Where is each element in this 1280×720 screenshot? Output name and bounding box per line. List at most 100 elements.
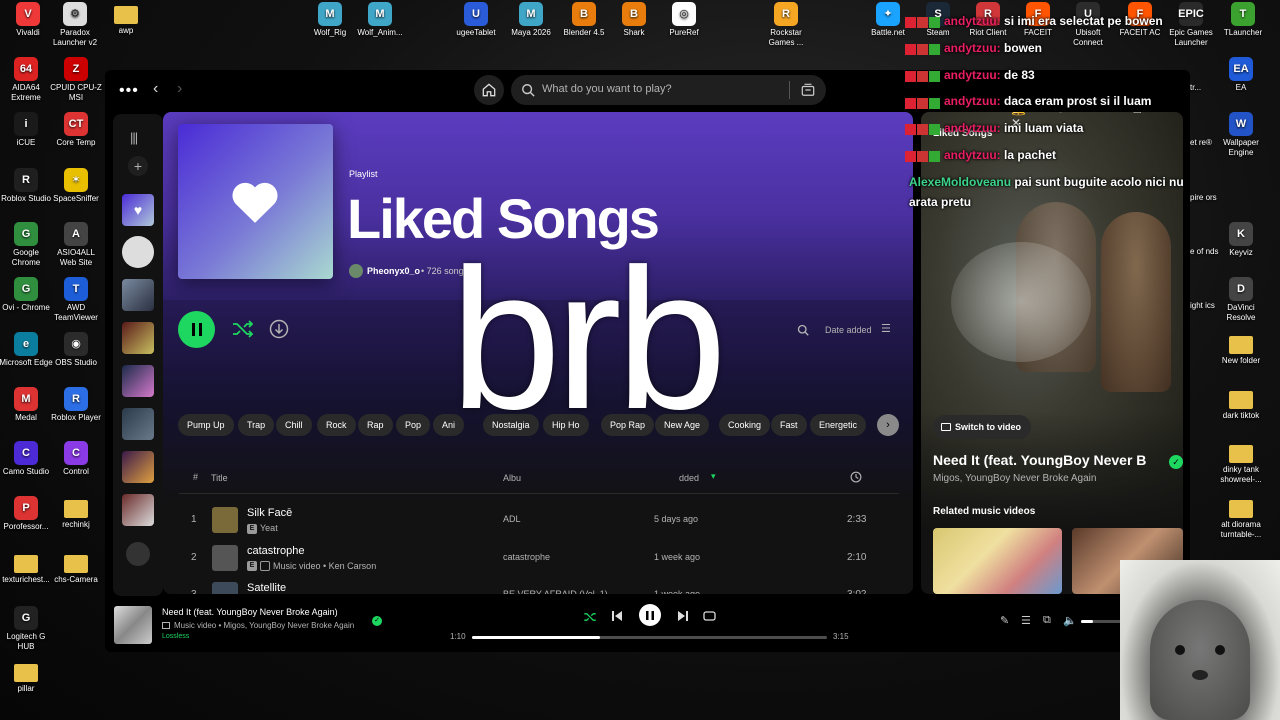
desktop-icon[interactable]: M Maya 2026: [503, 2, 559, 38]
desktop-icon[interactable]: CT Core Temp: [48, 112, 104, 148]
filter-chip[interactable]: Pump Up: [178, 414, 234, 436]
owner-name[interactable]: Pheonyx0_o: [367, 266, 420, 276]
desktop-icon[interactable]: texturichest...: [0, 551, 54, 585]
sidebar-item[interactable]: [122, 236, 154, 268]
track-album[interactable]: catastrophe: [503, 552, 550, 562]
desktop-icon[interactable]: P Porofessor...: [0, 496, 54, 532]
track-artists[interactable]: Yeat: [260, 523, 278, 533]
filter-chip[interactable]: Cooking: [719, 414, 771, 436]
desktop-icon[interactable]: pillar: [0, 660, 54, 694]
desktop-icon[interactable]: dark tiktok: [1213, 387, 1269, 421]
desktop-icon[interactable]: B Shark: [606, 2, 662, 38]
search-in-playlist-icon[interactable]: [797, 324, 809, 336]
desktop-icon[interactable]: UugeeTablet: [448, 2, 504, 38]
desktop-icon[interactable]: T TLauncher: [1215, 2, 1271, 38]
repeat-icon[interactable]: [703, 610, 716, 622]
desktop-icon[interactable]: New folder: [1213, 332, 1269, 366]
list-view-icon[interactable]: ☰: [881, 322, 891, 335]
forward-arrow-icon[interactable]: ›: [177, 80, 182, 98]
desktop-icon[interactable]: rechinkj: [48, 496, 104, 530]
player-subtitle-text[interactable]: Music video • Migos, YoungBoy Never Brok…: [174, 621, 354, 630]
create-plus-icon[interactable]: +: [128, 156, 148, 176]
browse-icon[interactable]: [801, 83, 815, 97]
desktop-icon[interactable]: W Wallpaper Engine: [1213, 112, 1269, 158]
desktop-icon[interactable]: R Roblox Studio: [0, 168, 54, 204]
filter-chip[interactable]: Rock: [317, 414, 356, 436]
liked-check-icon[interactable]: ✓: [1169, 455, 1183, 469]
previous-icon[interactable]: [611, 610, 623, 622]
lyrics-icon[interactable]: ✎: [1000, 614, 1009, 627]
player-shuffle-icon[interactable]: [583, 610, 597, 624]
now-playing-title[interactable]: Need It (feat. YoungBoy Never B: [933, 452, 1158, 468]
track-album[interactable]: ADL: [503, 514, 521, 524]
filter-chip[interactable]: Chill: [276, 414, 312, 436]
search-input[interactable]: What do you want to play?: [542, 83, 672, 95]
table-row[interactable]: 3SatelliteECHASE B, Don Toliver, SoFaygo…: [179, 577, 899, 594]
desktop-icon[interactable]: ◉ OBS Studio: [48, 332, 104, 368]
column-title[interactable]: Title: [211, 473, 228, 483]
sidebar-item[interactable]: [122, 365, 154, 397]
desktop-icon[interactable]: e Microsoft Edge: [0, 332, 54, 368]
next-icon[interactable]: [677, 610, 689, 622]
chips-scroll-button[interactable]: ›: [877, 414, 899, 436]
desktop-icon[interactable]: C Camo Studio: [0, 441, 54, 477]
sidebar-item[interactable]: [122, 279, 154, 311]
download-icon[interactable]: [269, 319, 289, 339]
player-pause-button[interactable]: [639, 604, 661, 626]
sort-dropdown[interactable]: Date added: [825, 325, 872, 335]
desktop-icon[interactable]: M Medal: [0, 387, 54, 423]
progress-bar[interactable]: [472, 636, 827, 639]
switch-to-video-button[interactable]: Switch to video: [933, 415, 1032, 439]
player-cover[interactable]: [114, 606, 152, 644]
desktop-icon[interactable]: C Control: [48, 441, 104, 477]
filter-chip[interactable]: Pop: [396, 414, 431, 436]
desktop-icon[interactable]: G Ovi - Chrome: [0, 277, 54, 313]
filter-chip[interactable]: Fast: [771, 414, 807, 436]
filter-chip[interactable]: Trap: [238, 414, 275, 436]
desktop-icon[interactable]: chs-Camera: [48, 551, 104, 585]
table-row[interactable]: 1 Silk Facē E Yeat ADL 5 days ago 2:33: [179, 502, 899, 538]
volume-icon[interactable]: 🔈: [1063, 614, 1077, 627]
track-title[interactable]: Silk Facē: [247, 507, 292, 519]
queue-icon[interactable]: ☰: [1021, 614, 1031, 627]
desktop-icon[interactable]: alt diorama turntable-...: [1213, 496, 1269, 540]
column-date-added[interactable]: dded: [679, 473, 699, 483]
filter-chip[interactable]: Energetic: [810, 414, 867, 436]
desktop-icon[interactable]: R Roblox Player: [48, 387, 104, 423]
back-arrow-icon[interactable]: ‹: [153, 80, 158, 98]
desktop-icon[interactable]: B Blender 4.5: [556, 2, 612, 38]
track-album[interactable]: BE VERY AFRAID (Vol. 1): [503, 589, 608, 594]
sidebar-liked-songs[interactable]: ♥: [122, 194, 154, 226]
desktop-icon[interactable]: D DaVinci Resolve: [1213, 277, 1269, 323]
column-album[interactable]: Albu: [503, 473, 521, 483]
desktop-icon[interactable]: G Google Chrome: [0, 222, 54, 268]
search-bar[interactable]: What do you want to play?: [511, 75, 826, 105]
play-pause-button[interactable]: [178, 311, 215, 348]
sidebar-item[interactable]: [122, 322, 154, 354]
desktop-icon[interactable]: dinky tank showreel-...: [1213, 441, 1269, 485]
menu-dots-icon[interactable]: •••: [119, 82, 139, 100]
desktop-icon[interactable]: ✶ SpaceSniffer: [48, 168, 104, 204]
desktop-icon[interactable]: T AWD TeamViewer: [48, 277, 104, 323]
home-button[interactable]: [474, 75, 504, 105]
desktop-icon[interactable]: M Wolf_Anim...: [352, 2, 408, 38]
connect-device-icon[interactable]: ⧉: [1043, 614, 1051, 627]
desktop-icon[interactable]: i iCUE: [0, 112, 54, 148]
desktop-icon[interactable]: R Rockstar Games ...: [758, 2, 814, 48]
track-title[interactable]: Satellite: [247, 582, 286, 594]
desktop-icon[interactable]: G Logitech G HUB: [0, 606, 54, 652]
now-playing-artists[interactable]: Migos, YoungBoy Never Broke Again: [933, 473, 1096, 484]
desktop-icon[interactable]: ◎ PureRef: [656, 2, 712, 38]
desktop-icon[interactable]: Z CPUID CPU-Z MSI: [48, 57, 104, 103]
sidebar-item[interactable]: [122, 451, 154, 483]
desktop-icon[interactable]: A ASIO4ALL Web Site: [48, 222, 104, 268]
related-video-thumb[interactable]: [933, 528, 1062, 594]
player-liked-icon[interactable]: ✓: [372, 616, 382, 626]
track-title[interactable]: catastrophe: [247, 545, 304, 557]
track-artists[interactable]: Music video • Ken Carson: [273, 561, 376, 571]
table-row[interactable]: 2 catastrophe E Music video • Ken Carson cat…: [179, 540, 899, 576]
desktop-icon[interactable]: ⚙ Paradox Launcher v2: [47, 2, 103, 48]
desktop-icon[interactable]: awp: [98, 2, 154, 36]
player-track-title[interactable]: Need It (feat. YoungBoy Never Broke Agai…: [162, 607, 338, 617]
desktop-icon[interactable]: 64 AIDA64 Extreme: [0, 57, 54, 103]
